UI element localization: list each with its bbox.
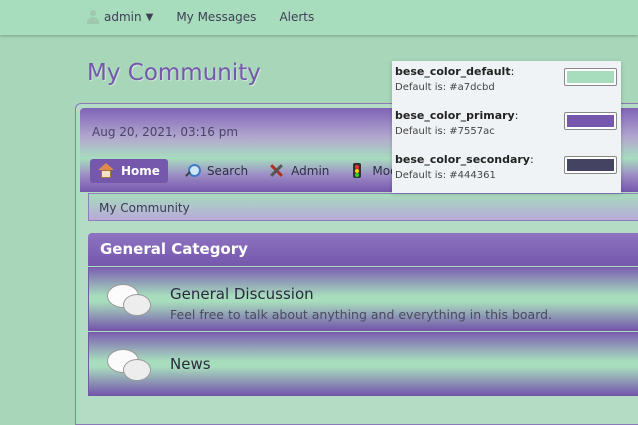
menu-item-moderate[interactable]: Mod [349, 163, 398, 179]
menu-label: Home [121, 164, 160, 178]
board-name[interactable]: General Discussion [170, 285, 314, 303]
color-picker-default[interactable] [564, 68, 617, 86]
board-name[interactable]: News [170, 355, 211, 373]
color-picker-primary[interactable] [564, 112, 617, 130]
user-menu[interactable]: admin ▼ [86, 10, 153, 24]
menu-label: Search [206, 164, 249, 178]
top-nav: admin ▼ My Messages Alerts [86, 10, 337, 24]
home-icon [98, 163, 114, 179]
alerts-link[interactable]: Alerts [279, 10, 314, 24]
setting-name: bese_color_secondary [395, 153, 530, 166]
setting-default: Default is: #444361 [395, 170, 496, 181]
category-header[interactable]: General Category [88, 233, 638, 266]
setting-name: bese_color_primary [395, 109, 515, 122]
board-bubbles-icon [107, 349, 151, 383]
theme-color-settings-popup: bese_color_default: Default is: #a7dcbd … [392, 61, 621, 193]
setting-row-secondary: bese_color_secondary: Default is: #44436… [395, 149, 617, 189]
my-messages-link[interactable]: My Messages [176, 10, 256, 24]
board-row: General Discussion Feel free to talk abo… [88, 267, 638, 331]
menu-label: Admin [291, 164, 330, 178]
menu-item-home[interactable]: Home [90, 159, 168, 183]
setting-row-default: bese_color_default: Default is: #a7dcbd [395, 61, 617, 101]
user-icon [86, 10, 100, 24]
setting-default: Default is: #7557ac [395, 126, 495, 137]
breadcrumb-link[interactable]: My Community [99, 201, 190, 215]
forum-title[interactable]: My Community [87, 60, 261, 86]
admin-tools-icon [268, 163, 284, 179]
menu-item-admin[interactable]: Admin [268, 163, 329, 179]
main-menu: Home Search Admin Mod [90, 159, 418, 183]
board-description: Feel free to talk about anything and eve… [170, 307, 553, 322]
board-row: News [88, 332, 638, 396]
top-bar: admin ▼ My Messages Alerts [0, 0, 638, 35]
color-picker-secondary[interactable] [564, 156, 617, 174]
moderation-icon [349, 163, 365, 179]
board-bubbles-icon [107, 284, 151, 318]
setting-default: Default is: #a7dcbd [395, 82, 495, 93]
menu-item-search[interactable]: Search [184, 163, 248, 179]
breadcrumb: My Community [88, 193, 638, 221]
username: admin [104, 10, 142, 24]
current-datetime: Aug 20, 2021, 03:16 pm [92, 125, 239, 139]
caret-down-icon: ▼ [145, 11, 154, 23]
search-icon [184, 163, 201, 179]
setting-name: bese_color_default [395, 65, 511, 78]
setting-row-primary: bese_color_primary: Default is: #7557ac [395, 105, 617, 145]
